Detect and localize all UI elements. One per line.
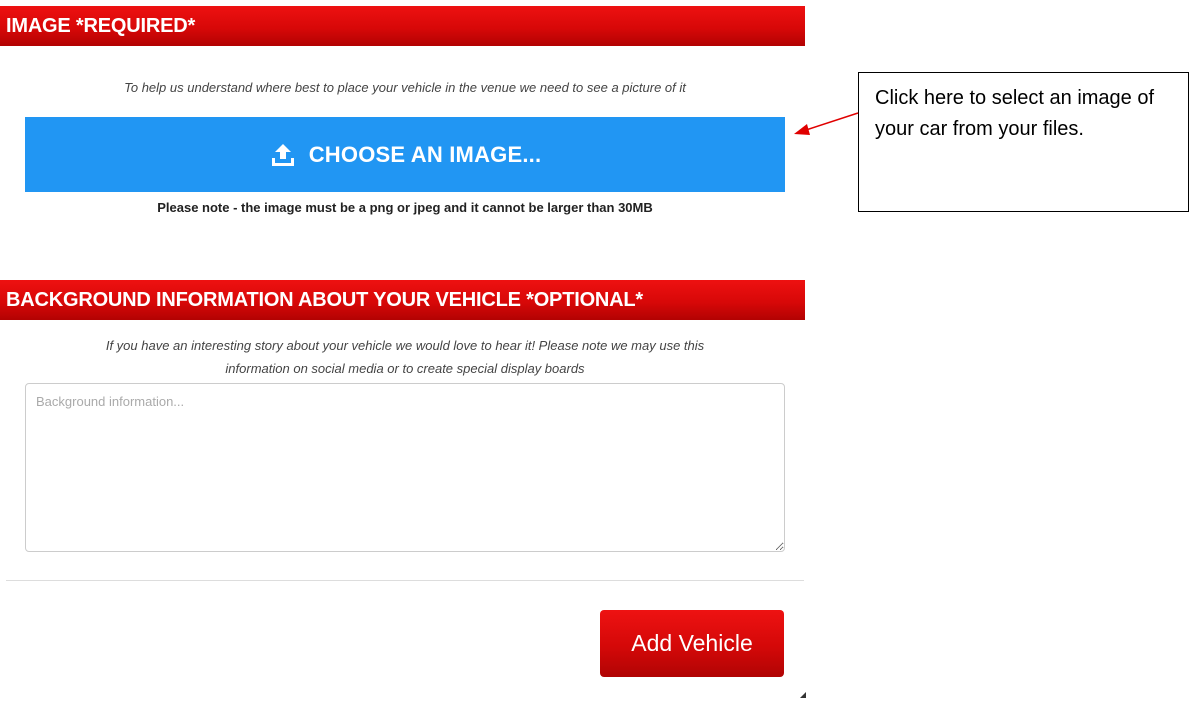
image-section-header: IMAGE *REQUIRED* (0, 6, 805, 46)
background-help-line-1: If you have an interesting story about y… (105, 338, 705, 353)
upload-icon (269, 141, 297, 169)
arrow-line (805, 112, 859, 131)
add-vehicle-button[interactable]: Add Vehicle (600, 610, 784, 677)
background-help-text: If you have an interesting story about y… (0, 334, 810, 380)
choose-image-label: CHOOSE AN IMAGE... (308, 141, 542, 167)
divider (6, 580, 804, 581)
background-information-textarea[interactable] (25, 383, 785, 552)
arrow-head (794, 124, 810, 135)
image-help-text: To help us understand where best to plac… (124, 80, 686, 95)
image-file-note: Please note - the image must be a png or… (157, 200, 653, 215)
choose-image-button[interactable]: CHOOSE AN IMAGE... (25, 117, 785, 192)
background-help-line-2: information on social media or to create… (225, 361, 585, 376)
background-section-header: BACKGROUND INFORMATION ABOUT YOUR VEHICL… (0, 280, 805, 320)
callout-box: Click here to select an image of your ca… (858, 72, 1189, 212)
resize-corner-mark (800, 692, 806, 698)
